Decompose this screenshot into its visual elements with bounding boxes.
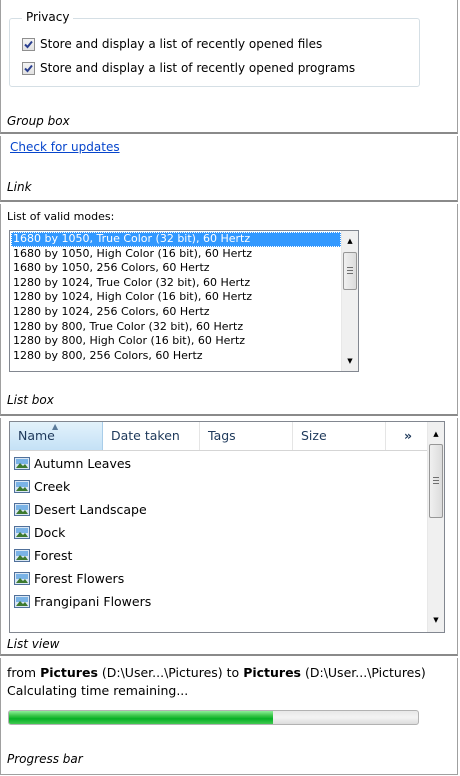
scrollbar-thumb[interactable] (429, 444, 443, 518)
list-item[interactable]: Forest Flowers (14, 567, 151, 590)
list-item[interactable]: Creek (14, 475, 151, 498)
listbox-item[interactable]: 1280 by 800, True Color (32 bit), 60 Her… (11, 320, 341, 335)
group-box-caption: Group box (7, 114, 70, 128)
recent-programs-checkbox-row[interactable]: Store and display a list of recently ope… (22, 61, 355, 75)
listbox-items: 1680 by 1050, True Color (32 bit), 60 He… (11, 232, 341, 363)
listbox-item[interactable]: 1280 by 800, High Color (16 bit), 60 Her… (11, 334, 341, 349)
copy-status-line: from Pictures (D:\User...\Pictures) to P… (7, 665, 426, 680)
checkmark-icon (24, 40, 33, 48)
scroll-down-arrow-icon[interactable]: ▼ (342, 353, 358, 369)
listbox-item[interactable]: 1280 by 800, 256 Colors, 60 Hertz (11, 349, 341, 364)
listbox-item[interactable]: 1680 by 1050, 256 Colors, 60 Hertz (11, 261, 341, 276)
picture-file-icon (14, 549, 30, 562)
progress-caption: Progress bar (7, 752, 83, 766)
progress-section: from Pictures (D:\User...\Pictures) to P… (0, 658, 458, 775)
picture-file-icon (14, 457, 30, 470)
listbox-item[interactable]: 1680 by 1050, True Color (32 bit), 60 He… (11, 232, 341, 247)
link-caption: Link (7, 180, 32, 194)
recent-files-checkbox-label: Store and display a list of recently ope… (40, 37, 323, 51)
list-item[interactable]: Forest (14, 544, 151, 567)
recent-programs-checkbox[interactable] (22, 61, 35, 75)
scroll-up-arrow-icon[interactable]: ▲ (342, 233, 358, 249)
listbox-scrollbar[interactable]: ▲ ▼ (341, 231, 358, 371)
more-columns-chevron-icon[interactable]: » (386, 422, 427, 450)
recent-files-checkbox-row[interactable]: Store and display a list of recently ope… (22, 37, 322, 51)
valid-modes-label: List of valid modes: (7, 210, 115, 223)
group-box-section: Privacy Store and display a list of rece… (0, 0, 458, 134)
listview-section: ▲ Name Date taken Tags Size » Autumn Lea… (0, 418, 458, 656)
listbox-item[interactable]: 1280 by 1024, 256 Colors, 60 Hertz (11, 305, 341, 320)
column-header-size[interactable]: Size (293, 422, 386, 450)
link-section: Check for updates Link (0, 136, 458, 202)
list-view-header: ▲ Name Date taken Tags Size » (10, 422, 427, 451)
privacy-group-box: Privacy Store and display a list of rece… (9, 10, 420, 87)
valid-modes-listbox[interactable]: 1680 by 1050, True Color (32 bit), 60 He… (9, 230, 359, 372)
list-item[interactable]: Autumn Leaves (14, 452, 151, 475)
listview-caption: List view (7, 637, 60, 651)
listbox-caption: List box (7, 393, 54, 407)
progress-bar-fill (9, 711, 273, 724)
checkmark-icon (24, 64, 33, 72)
listbox-item[interactable]: 1280 by 1024, True Color (32 bit), 60 He… (11, 276, 341, 291)
picture-file-icon (14, 526, 30, 539)
picture-file-icon (14, 572, 30, 585)
list-view-scrollbar[interactable]: ▲ ▼ (427, 422, 444, 632)
listbox-item[interactable]: 1280 by 1024, High Color (16 bit), 60 He… (11, 290, 341, 305)
column-header-date-taken[interactable]: Date taken (103, 422, 200, 450)
group-box-legend: Privacy (22, 10, 74, 24)
scroll-up-arrow-icon[interactable]: ▲ (428, 426, 444, 442)
column-header-tags[interactable]: Tags (200, 422, 293, 450)
progress-bar (8, 710, 419, 725)
recent-files-checkbox[interactable] (22, 37, 35, 51)
picture-file-icon (14, 503, 30, 516)
picture-file-icon (14, 480, 30, 493)
pictures-list-view[interactable]: ▲ Name Date taken Tags Size » Autumn Lea… (9, 421, 445, 633)
picture-file-icon (14, 595, 30, 608)
listbox-item[interactable]: 1680 by 1050, High Color (16 bit), 60 He… (11, 247, 341, 262)
list-item[interactable]: Desert Landscape (14, 498, 151, 521)
recent-programs-checkbox-label: Store and display a list of recently ope… (40, 61, 356, 75)
scroll-down-arrow-icon[interactable]: ▼ (428, 612, 444, 628)
list-view-rows: Autumn Leaves Creek Desert Landscape Doc… (14, 452, 151, 613)
list-item[interactable]: Frangipani Flowers (14, 590, 151, 613)
column-header-name[interactable]: ▲ Name (10, 422, 103, 450)
listbox-section: List of valid modes: 1680 by 1050, True … (0, 204, 458, 416)
check-for-updates-link[interactable]: Check for updates (10, 140, 120, 154)
list-item[interactable]: Dock (14, 521, 151, 544)
sort-ascending-icon: ▲ (52, 422, 59, 431)
scrollbar-thumb[interactable] (343, 252, 357, 290)
time-remaining-text: Calculating time remaining... (7, 683, 189, 698)
